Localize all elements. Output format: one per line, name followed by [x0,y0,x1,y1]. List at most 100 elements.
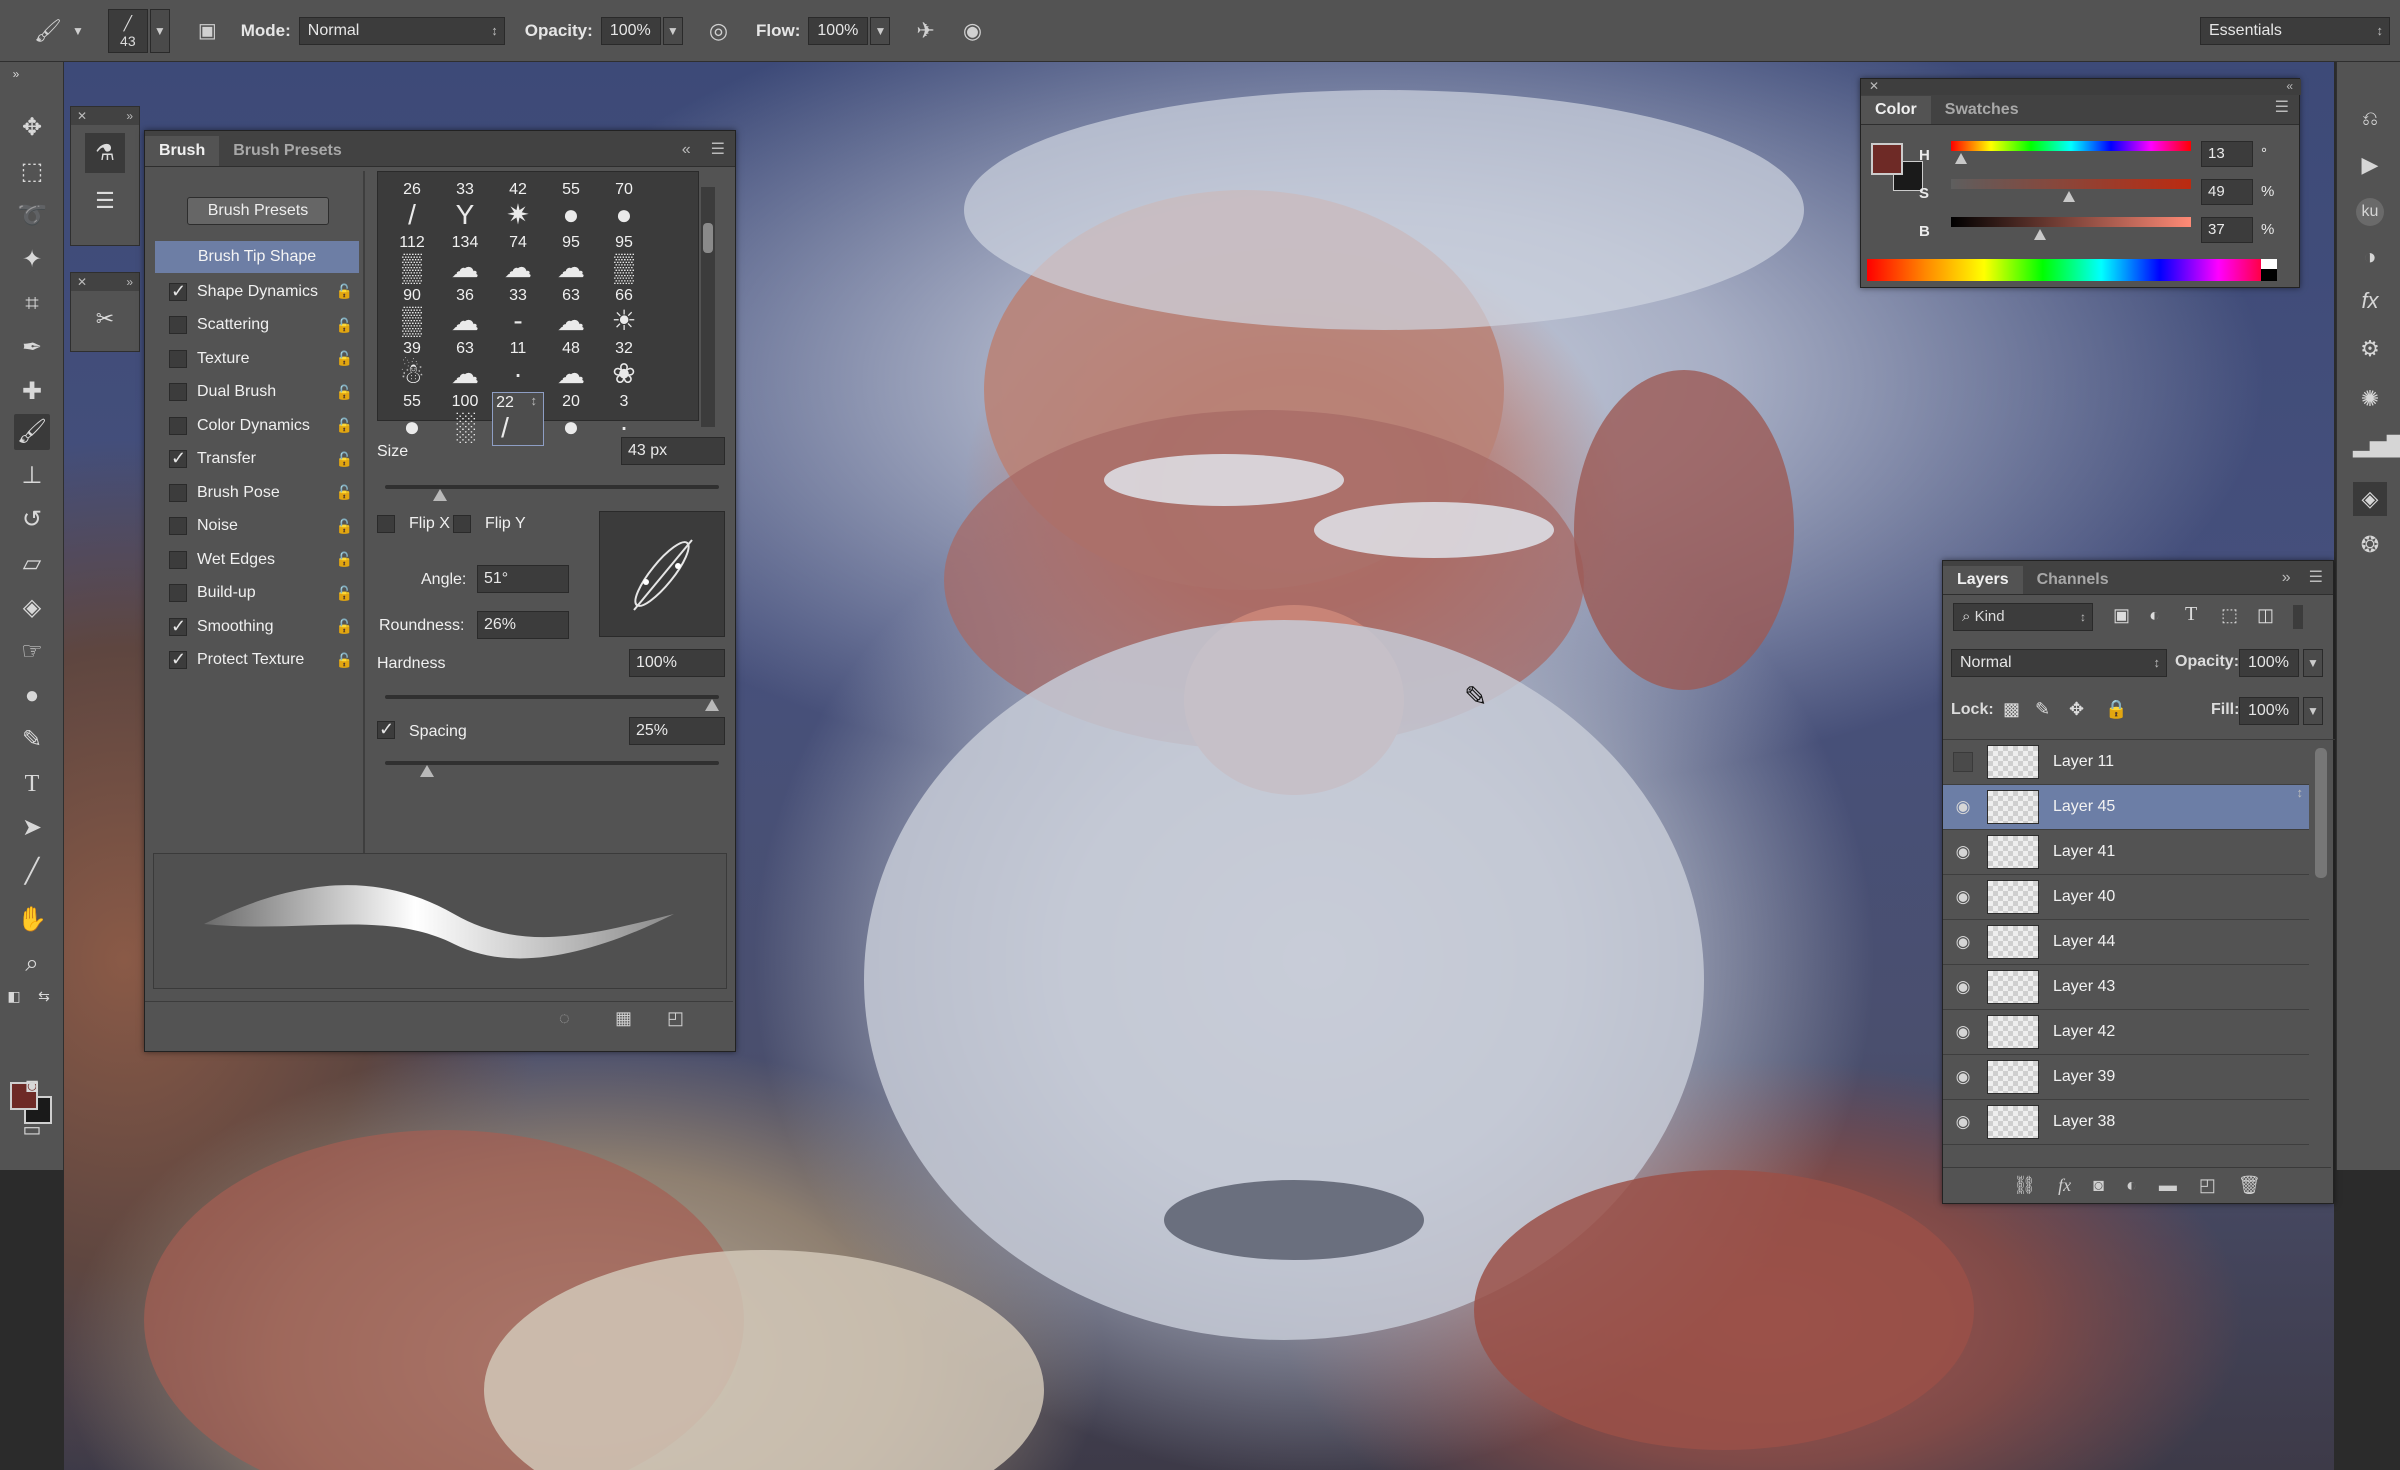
brush-tip-item[interactable]: 33 Y [439,180,491,234]
path-selection-tool-icon[interactable]: ➤ [14,810,50,846]
brush-option-item[interactable]: Shape Dynamics 🔓 [155,275,359,309]
size-slider-knob[interactable] [433,489,447,501]
brush-option-checkbox[interactable] [169,649,187,670]
brush-tip-item[interactable]: 74 ☁ [492,233,544,287]
layer-row[interactable]: ◉ Layer 45 [1943,785,2309,830]
roundness-input[interactable]: 26% [477,611,569,639]
tab-color[interactable]: Color [1861,96,1931,124]
filter-adjustment-icon[interactable]: ◐ [2149,605,2160,626]
swap-colors-icon[interactable]: ⇆ [34,986,54,1006]
size-input[interactable]: 43 px [621,437,725,465]
brush-tip-item[interactable]: 55 ● [545,180,597,234]
brush-option-item[interactable]: Build-up 🔓 [155,577,359,611]
crop-tool-icon[interactable]: ⌗ [14,286,50,322]
lock-image-icon[interactable]: ✎ [2035,699,2050,720]
brush-tip-item[interactable]: 70 ● [598,180,650,234]
layers-panel-icon[interactable]: ◈ [2353,482,2387,516]
brush-panel-icon[interactable]: ⚗ [85,133,125,173]
navigator-icon[interactable]: ✺ [2353,382,2387,416]
tab-layers[interactable]: Layers [1943,566,2023,594]
close-icon[interactable]: ✕ [77,109,87,123]
pressure-opacity-icon[interactable]: ◎ [709,18,728,44]
brush-tip-item[interactable]: 55 ● [386,392,438,446]
adjustments-icon[interactable]: ◑ [2353,240,2387,274]
white-swatch[interactable] [2261,259,2277,269]
flip-x-checkbox[interactable] [377,515,395,533]
angle-input[interactable]: 51° [477,565,569,593]
brush-tip-item[interactable]: 33- [492,286,544,340]
tab-brush-presets[interactable]: Brush Presets [219,136,356,166]
styles-icon[interactable]: fx [2353,284,2387,318]
h-input[interactable]: 13 [2201,141,2253,167]
brush-preset-dropdown-icon[interactable]: ▼ [149,8,170,53]
lock-transparent-icon[interactable]: ▩ [2003,699,2020,720]
visibility-eye-icon[interactable]: ◉ [1943,977,1983,997]
brush-tip-item[interactable]: 26/ [386,180,438,234]
history-brush-tool-icon[interactable]: ↺ [14,502,50,538]
mode-select[interactable]: Normal [298,16,505,45]
foreground-color-chip[interactable] [1871,143,1903,175]
pen-tool-icon[interactable]: ✎ [14,722,50,758]
collapse-icon[interactable]: « [682,141,691,159]
quick-mask-icon[interactable]: ◙ [14,1068,50,1104]
visibility-eye-icon[interactable]: ◉ [1943,1067,1983,1087]
spacing-input[interactable]: 25% [629,717,725,745]
layer-row[interactable]: ◉ Layer 42 [1943,1010,2309,1055]
black-swatch[interactable] [2261,269,2277,281]
brush-option-checkbox[interactable] [169,281,187,302]
visibility-off-box[interactable] [1953,752,1973,772]
brush-option-checkbox[interactable] [169,383,187,402]
zoom-tool-icon[interactable]: ⌕ [14,946,50,982]
panel-menu-icon[interactable]: ☰ [2275,97,2289,117]
visibility-eye-icon[interactable]: ◉ [1943,842,1983,862]
brush-option-item[interactable]: Transfer 🔓 [155,443,359,477]
lock-position-icon[interactable]: ✥ [2069,699,2084,720]
b-input[interactable]: 37 [2201,217,2253,243]
brush-option-item[interactable]: Protect Texture 🔓 [155,644,359,678]
workspace-select[interactable]: Essentials [2200,17,2390,45]
lock-icon[interactable]: 🔓 [336,551,353,568]
airbrush-icon[interactable]: ✈ [916,18,934,44]
close-icon[interactable]: ✕ [77,275,87,289]
brush-option-checkbox[interactable] [169,517,187,536]
filter-shape-icon[interactable]: ⬚ [2221,605,2238,626]
brush-option-checkbox[interactable] [169,448,187,469]
kuler-icon[interactable]: ku [2356,198,2384,226]
clone-source-icon[interactable]: ✂ [85,299,125,339]
pressure-size-icon[interactable]: ◉ [963,18,982,44]
visibility-eye-icon[interactable]: ◉ [1943,797,1983,817]
tab-brush[interactable]: Brush [145,136,220,166]
lock-all-icon[interactable]: 🔒 [2105,699,2127,720]
collapse-icon[interactable]: « [2286,79,2293,93]
brightness-slider[interactable] [1951,217,2191,227]
lock-icon[interactable]: 🔓 [336,618,353,635]
brush-option-item[interactable]: Smoothing 🔓 [155,610,359,644]
fill-input[interactable]: 100% [2239,697,2299,725]
collapse-icon[interactable]: » [126,275,133,289]
spacing-slider-knob[interactable] [420,765,435,777]
brush-tip-item[interactable]: 112 ▒ [386,233,438,287]
brush-tip-item[interactable]: 134 ☁ [439,233,491,287]
hardness-slider[interactable] [385,695,719,711]
brush-option-item[interactable]: Texture 🔓 [155,342,359,376]
blend-mode-select[interactable]: Normal [1951,649,2167,677]
brush-tip-item[interactable]: 32 ❀ [598,339,650,393]
brush-presets-button[interactable]: Brush Presets [187,197,329,225]
brush-tip-scrollbar[interactable] [701,187,715,427]
spacing-checkbox[interactable] [377,719,395,740]
filter-toggle-switch[interactable] [2293,605,2303,629]
filter-smart-object-icon[interactable]: ◫ [2257,605,2274,626]
layer-row[interactable]: Layer 11 [1943,740,2309,785]
hand-tool-icon[interactable]: ✋ [14,902,50,938]
lock-icon[interactable]: 🔓 [336,350,353,367]
brush-tip-item[interactable]: 66 ☀ [598,286,650,340]
lock-icon[interactable]: 🔓 [336,317,353,334]
brush-panel-toggle-icon[interactable]: ▣ [198,18,217,43]
marquee-tool-icon[interactable]: ⬚ [14,154,50,190]
tool-preset-dropdown-icon[interactable]: ▼ [72,24,84,38]
brush-option-checkbox[interactable] [169,416,187,435]
brush-tip-grid[interactable]: 26/33 Y 42 ✷ 55 ● 70 ● 112 ▒ 134 ☁ 74 ☁ 95 ☁ 95 ▒ 90 ▒ 36 ☁ 33… [377,171,699,446]
brush-angle-preview[interactable] [599,511,725,637]
brush-tip-item[interactable]: 22/ [492,392,544,446]
visibility-eye-icon[interactable]: ◉ [1943,1112,1983,1132]
